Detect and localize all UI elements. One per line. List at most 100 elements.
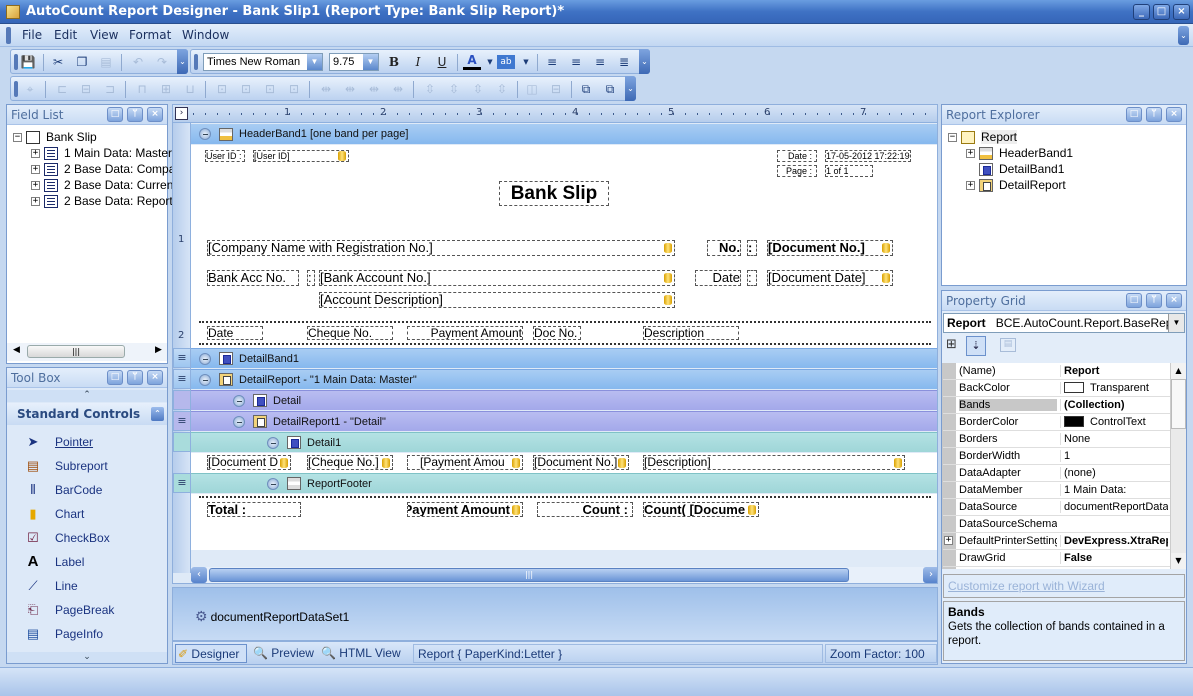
doc-date-label[interactable]: Date — [695, 270, 741, 286]
tool-line[interactable]: ⟋ Line — [25, 576, 77, 596]
report-title[interactable]: Bank Slip — [499, 181, 609, 206]
band-marker[interactable] — [173, 390, 191, 410]
pin-icon[interactable]: ᛘ — [127, 107, 143, 122]
detail-payment-amount-field[interactable]: [Payment Amou — [407, 455, 523, 470]
band-marker[interactable]: ≡ — [173, 369, 191, 389]
tool-barcode[interactable]: ⦀ BarCode — [25, 480, 102, 500]
colon-label[interactable]: : — [747, 270, 757, 286]
align-tops-icon[interactable]: ⊓ — [133, 80, 151, 98]
close-button[interactable]: × — [1173, 4, 1190, 20]
tab-designer[interactable]: ✐ Designer — [175, 644, 247, 663]
band-header-detail[interactable]: Detail — [191, 390, 937, 410]
toolbar-grip[interactable] — [14, 81, 18, 97]
collapse-band-icon[interactable] — [233, 415, 245, 428]
property-value[interactable]: (Collection) — [1060, 399, 1168, 411]
send-to-back-icon[interactable]: ⧉ — [601, 80, 619, 98]
collapse-band-icon[interactable] — [199, 128, 211, 140]
font-color-icon[interactable]: A — [463, 53, 481, 70]
column-header-description[interactable]: Description — [643, 326, 739, 340]
property-value[interactable]: False — [1060, 552, 1168, 564]
property-row[interactable]: BackColor Transparent — [943, 380, 1184, 397]
bank-acc-label[interactable]: Bank Acc No. — [207, 270, 299, 286]
panel-window-button[interactable]: □ — [107, 107, 123, 122]
property-value[interactable]: 1 — [1060, 450, 1168, 462]
band-header-reportfooter[interactable]: ReportFooter — [191, 473, 937, 493]
document-no-field[interactable]: [Document No.] — [767, 240, 893, 256]
cut-icon[interactable]: ✂ — [49, 53, 67, 71]
panel-window-button[interactable]: □ — [1126, 293, 1142, 308]
band-header-detailreport[interactable]: DetailReport - "1 Main Data: Master" — [191, 369, 937, 389]
toolbar-overflow-button[interactable]: ⌄ — [177, 49, 188, 74]
band-marker[interactable]: ≡ — [173, 473, 191, 493]
field-list-item[interactable]: +2 Base Data: Currency — [31, 177, 185, 193]
property-value[interactable]: None — [1060, 433, 1168, 445]
expand-icon[interactable]: + — [966, 180, 975, 190]
band-header-detailband1[interactable]: DetailBand1 — [191, 348, 937, 368]
scroll-down-button[interactable]: ⌄ — [7, 652, 167, 663]
property-row[interactable]: BorderWidth 1 — [943, 448, 1184, 465]
collapse-icon[interactable]: − — [948, 132, 957, 142]
toolbar-overflow-button[interactable]: ⌄ — [625, 76, 636, 101]
vspacing-equal-icon[interactable]: ⇳ — [421, 80, 439, 98]
band-marker[interactable] — [173, 432, 191, 452]
tab-preview[interactable]: 🔍 Preview — [251, 644, 317, 663]
align-left-icon[interactable]: ≡ — [543, 53, 561, 71]
tool-subreport[interactable]: ▤ Subreport — [25, 456, 108, 476]
property-row[interactable]: DrawGrid False — [943, 550, 1184, 567]
menu-file[interactable]: File — [22, 28, 42, 42]
bank-account-field[interactable]: [Bank Account No.] — [319, 270, 675, 286]
column-header-date[interactable]: Date — [207, 326, 263, 340]
scroll-right-icon[interactable]: ▶ — [155, 345, 162, 355]
field-list-item[interactable]: +2 Base Data: Company — [31, 161, 188, 177]
date-label[interactable]: Date : — [777, 150, 817, 162]
user-id-label[interactable]: User ID : — [205, 150, 245, 162]
header-band-body[interactable]: User ID : [User ID] Date : 17-05-2012 17… — [191, 145, 937, 348]
justify-icon[interactable]: ≣ — [615, 53, 633, 71]
align-bottoms-icon[interactable]: ⊔ — [181, 80, 199, 98]
save-icon[interactable]: 💾 — [19, 53, 37, 71]
colon-label[interactable]: : — [307, 270, 315, 286]
expand-icon[interactable]: + — [944, 536, 953, 545]
center-vertically-icon[interactable]: ⊟ — [547, 80, 565, 98]
tool-pagebreak[interactable]: ⎗ PageBreak — [25, 600, 115, 620]
customize-wizard-link[interactable]: Customize report with Wizard — [948, 579, 1105, 593]
band-marker[interactable]: ≡ — [173, 348, 191, 368]
bold-button[interactable]: B — [385, 53, 403, 71]
menu-format[interactable]: Format — [129, 28, 171, 42]
close-icon[interactable]: × — [1166, 293, 1182, 308]
detail-description-field[interactable]: [Description] — [643, 455, 905, 470]
no-label[interactable]: No. — [707, 240, 741, 256]
underline-button[interactable]: U — [433, 53, 451, 71]
date-value[interactable]: 17-05-2012 17:22:19 — [825, 150, 911, 162]
property-row[interactable]: Bands (Collection) — [943, 397, 1184, 414]
vspacing-increase-icon[interactable]: ⇳ — [445, 80, 463, 98]
explorer-item-headerband1[interactable]: + HeaderBand1 — [966, 145, 1073, 161]
panel-window-button[interactable]: □ — [107, 370, 123, 385]
expand-icon[interactable]: + — [31, 196, 40, 206]
align-right-icon[interactable]: ≡ — [591, 53, 609, 71]
same-size-icon[interactable]: ⊡ — [261, 80, 279, 98]
tool-pointer[interactable]: ➤ Pointer — [25, 432, 93, 452]
back-color-icon[interactable]: ab — [497, 55, 515, 69]
close-icon[interactable]: × — [1166, 107, 1182, 122]
hspacing-decrease-icon[interactable]: ⇹ — [365, 80, 383, 98]
menu-window[interactable]: Window — [182, 28, 229, 42]
expand-icon[interactable]: + — [31, 180, 40, 190]
field-list-hscrollbar[interactable]: ◀ ||| ▶ — [7, 343, 167, 361]
align-rights-icon[interactable]: ⊐ — [101, 80, 119, 98]
column-header-cheque-no[interactable]: Cheque No. — [307, 326, 393, 340]
tree-root-report[interactable]: − Report — [948, 129, 1018, 145]
property-value[interactable]: DevExpress.XtraReports — [1060, 535, 1168, 547]
property-row[interactable]: + DefaultPrinterSettings DevExpress.XtraRe… — [943, 533, 1184, 550]
same-height-icon[interactable]: ⊡ — [237, 80, 255, 98]
scroll-thumb[interactable]: ||| — [209, 568, 849, 582]
chevron-down-icon[interactable]: ▼ — [517, 53, 535, 71]
paste-icon[interactable]: ▤ — [97, 53, 115, 71]
tool-pageinfo[interactable]: ▤ PageInfo — [25, 624, 103, 644]
same-width-icon[interactable]: ⊡ — [213, 80, 231, 98]
count-field[interactable]: Count( [Docume — [643, 502, 759, 517]
expand-panel-icon[interactable]: › — [175, 107, 188, 120]
property-row[interactable]: (Name) Report — [943, 363, 1184, 380]
pin-icon[interactable]: ᛘ — [1146, 107, 1162, 122]
size-to-grid-icon[interactable]: ⊡ — [285, 80, 303, 98]
